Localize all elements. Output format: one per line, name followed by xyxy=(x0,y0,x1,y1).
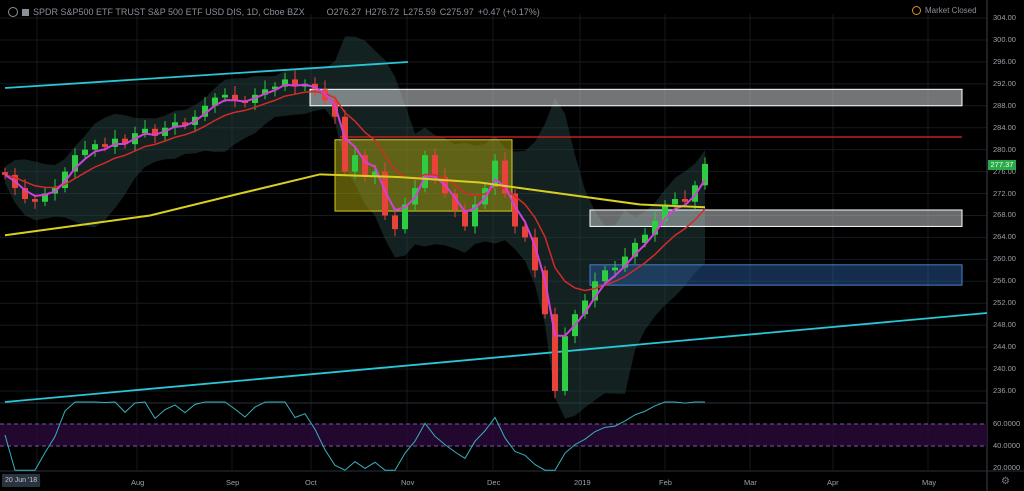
y-tick-label: 236.00 xyxy=(993,385,1016,395)
x-tick-label: Sep xyxy=(226,478,240,487)
x-tick-label: Feb xyxy=(659,478,672,487)
demand-zone xyxy=(589,264,963,286)
y-tick-label: 260.00 xyxy=(993,254,1016,264)
candle xyxy=(432,155,438,178)
x-tick-label: May xyxy=(922,478,937,487)
last-price-tag: 277.37 xyxy=(988,160,1016,170)
y-tick-label: 264.00 xyxy=(993,232,1016,242)
y-tick-label: 272.00 xyxy=(993,188,1016,198)
symbol-title[interactable]: SPDR S&P500 ETF TRUST S&P 500 ETF USD DI… xyxy=(33,7,305,17)
x-tick-label: Oct xyxy=(305,478,317,487)
x-tick-label: 2019 xyxy=(574,478,591,487)
y-tick-label: 288.00 xyxy=(993,100,1016,110)
y-tick-label: 256.00 xyxy=(993,276,1016,286)
start-date-tag: 20 Jun '18 xyxy=(2,474,41,487)
candle xyxy=(142,128,148,134)
candle xyxy=(602,270,608,282)
y-tick-label: 280.00 xyxy=(993,144,1016,154)
open-value: O276.27 xyxy=(326,7,362,17)
low-value: L275.59 xyxy=(403,7,436,17)
y-tick-label: 240.00 xyxy=(993,364,1016,374)
market-status: Market Closed xyxy=(912,6,977,15)
axis-settings-icon[interactable]: ⚙ xyxy=(1001,476,1010,487)
candle xyxy=(222,94,228,98)
y-tick-label: 292.00 xyxy=(993,78,1016,88)
candle xyxy=(392,215,398,230)
settings-icon[interactable] xyxy=(8,7,18,17)
candle xyxy=(612,267,618,271)
candle xyxy=(2,172,8,175)
y-tick-label: 244.00 xyxy=(993,342,1016,352)
candle xyxy=(352,155,358,172)
rsi-tick-label: 40.0000 xyxy=(993,441,1021,450)
market-status-text: Market Closed xyxy=(925,6,977,15)
candle xyxy=(682,199,688,202)
y-tick-label: 304.00 xyxy=(993,13,1016,22)
y-tick-label: 248.00 xyxy=(993,320,1016,330)
rsi-band xyxy=(0,424,987,446)
candle xyxy=(672,199,678,205)
rsi-tick-label: 20.0000 xyxy=(993,463,1021,472)
candle xyxy=(342,116,348,172)
support-zone xyxy=(589,209,963,227)
candle xyxy=(82,149,88,156)
y-tick-label: 268.00 xyxy=(993,210,1016,220)
clock-icon xyxy=(912,6,921,15)
chart-header: SPDR S&P500 ETF TRUST S&P 500 ETF USD DI… xyxy=(8,7,540,17)
change-value: +0.47 (+0.17%) xyxy=(477,7,540,17)
high-value: H276.72 xyxy=(365,7,400,17)
x-tick-label: Dec xyxy=(487,478,501,487)
candle xyxy=(102,144,108,147)
y-tick-label: 284.00 xyxy=(993,122,1016,132)
candle xyxy=(32,199,38,202)
resistance-zone xyxy=(309,88,963,107)
y-tick-label: 296.00 xyxy=(993,56,1016,66)
x-tick-label: Mar xyxy=(744,478,757,487)
candle xyxy=(562,336,568,391)
x-tick-label: Aug xyxy=(131,478,145,487)
lower-trendline xyxy=(4,312,988,403)
y-tick-label: 300.00 xyxy=(993,34,1016,44)
y-tick-label: 252.00 xyxy=(993,298,1016,308)
price-chart[interactable] xyxy=(0,0,1024,491)
close-value: C275.97 xyxy=(439,7,474,17)
rsi-tick-label: 60.0000 xyxy=(993,419,1021,428)
x-tick-label: Apr xyxy=(827,478,839,487)
x-tick-label: Nov xyxy=(401,478,415,487)
flag-icon xyxy=(22,8,29,16)
candle xyxy=(92,144,98,150)
